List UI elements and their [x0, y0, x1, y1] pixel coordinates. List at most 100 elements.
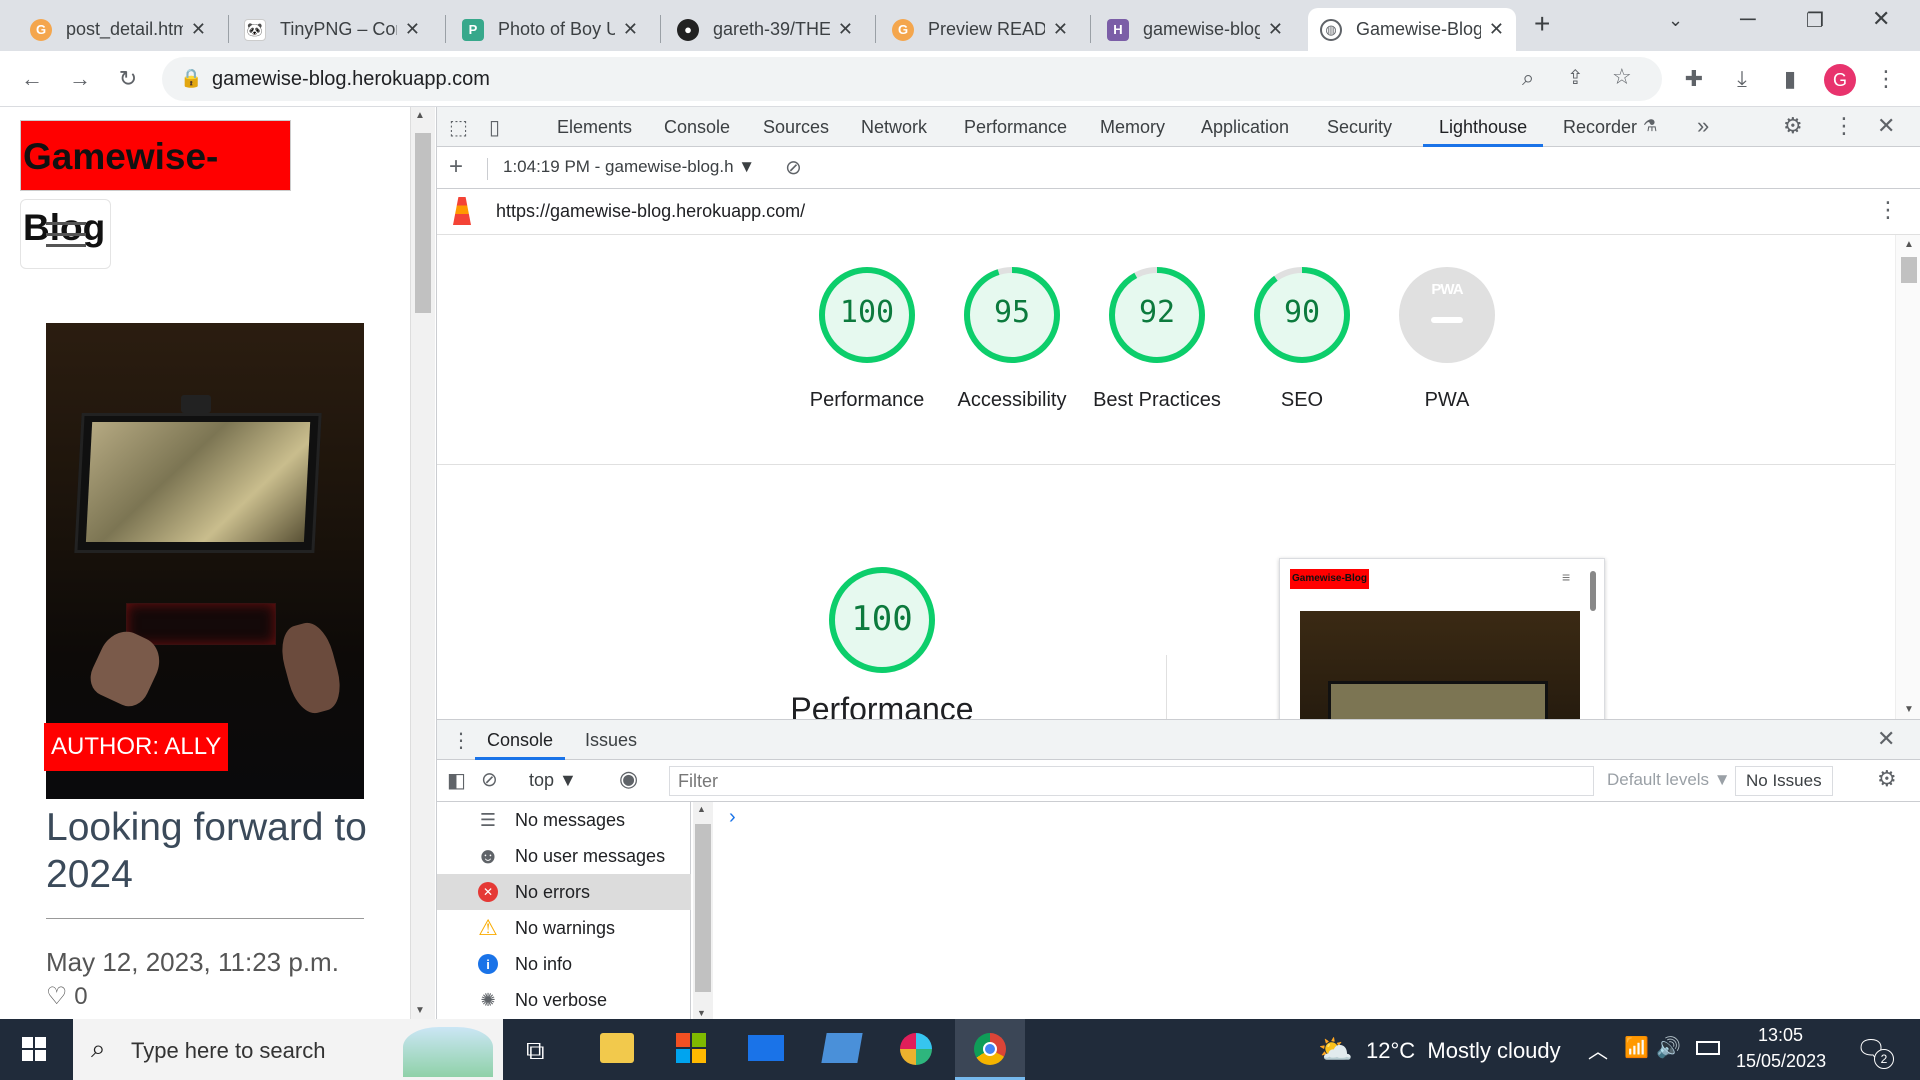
- file-explorer-icon[interactable]: [600, 1033, 634, 1063]
- scroll-down-icon[interactable]: ▼: [415, 1005, 425, 1016]
- sidebar-item-errors[interactable]: ✕ No errors: [437, 874, 691, 910]
- close-icon[interactable]: ✕: [1489, 19, 1504, 40]
- sidebar-item-messages[interactable]: ☰ No messages: [437, 802, 691, 838]
- tab-memory[interactable]: Memory: [1100, 107, 1165, 147]
- tab-pexels[interactable]: P Photo of Boy U ✕: [450, 8, 650, 51]
- gauge-seo[interactable]: 90 SEO: [1252, 265, 1352, 411]
- close-devtools-icon[interactable]: ✕: [1877, 113, 1895, 139]
- tab-console[interactable]: Console: [664, 107, 730, 147]
- tab-gamewise-blog[interactable]: ◍ Gamewise-Blog ✕: [1308, 8, 1516, 51]
- sidebar-scrollbar[interactable]: ▲ ▼: [693, 802, 713, 1020]
- tab-performance[interactable]: Performance: [964, 107, 1067, 147]
- clock-time[interactable]: 13:05: [1758, 1025, 1803, 1046]
- close-drawer-icon[interactable]: ✕: [1877, 726, 1895, 752]
- side-panel-icon[interactable]: ▮: [1774, 63, 1806, 95]
- sidebar-toggle-icon[interactable]: ◧: [447, 768, 466, 793]
- download-icon[interactable]: ⤓: [1726, 63, 1758, 95]
- battery-icon[interactable]: [1696, 1041, 1720, 1055]
- close-icon[interactable]: ✕: [623, 19, 638, 40]
- page-scrollbar[interactable]: ▲ ▼: [410, 107, 435, 1019]
- gauge-performance[interactable]: 100 Performance: [810, 265, 924, 411]
- report-selector[interactable]: 1:04:19 PM - gamewise-blog.h ▼: [503, 157, 755, 177]
- drawer-tab-issues[interactable]: Issues: [585, 720, 637, 760]
- live-expression-eye-icon[interactable]: ◉: [619, 766, 638, 792]
- mail-icon[interactable]: [748, 1035, 784, 1061]
- scroll-down-icon[interactable]: ▼: [697, 1008, 706, 1018]
- restore-button[interactable]: ❐: [1806, 8, 1824, 33]
- scroll-up-icon[interactable]: ▲: [697, 804, 706, 814]
- share-icon[interactable]: ⇪: [1567, 65, 1584, 90]
- scroll-thumb[interactable]: [1901, 257, 1917, 283]
- tab-post-detail[interactable]: G post_detail.htm ✕: [18, 8, 218, 51]
- remote-desktop-icon[interactable]: [821, 1033, 863, 1063]
- scroll-thumb[interactable]: [415, 133, 431, 313]
- drawer-menu-icon[interactable]: ⋮: [451, 728, 471, 753]
- context-selector[interactable]: top ▼: [529, 770, 577, 791]
- network-icon[interactable]: 📶: [1624, 1035, 1649, 1060]
- tab-tinypng[interactable]: 🐼 TinyPNG – Com ✕: [232, 8, 432, 51]
- settings-gear-icon[interactable]: ⚙: [1783, 113, 1803, 139]
- new-tab-button[interactable]: +: [1534, 8, 1550, 40]
- clock-date[interactable]: 15/05/2023: [1736, 1051, 1826, 1072]
- volume-icon[interactable]: 🔊: [1656, 1035, 1681, 1060]
- tab-github[interactable]: ● gareth-39/THE ✕: [665, 8, 865, 51]
- tab-network[interactable]: Network: [861, 107, 927, 147]
- microsoft-store-icon[interactable]: [676, 1033, 706, 1063]
- sidebar-item-user-messages[interactable]: ☻ No user messages: [437, 838, 691, 874]
- more-tabs-icon[interactable]: »: [1697, 113, 1709, 139]
- tab-sources[interactable]: Sources: [763, 107, 829, 147]
- console-prompt[interactable]: ›: [729, 806, 736, 829]
- slack-icon[interactable]: [900, 1033, 932, 1065]
- close-icon[interactable]: ✕: [1268, 19, 1283, 40]
- gauge-best-practices[interactable]: 92 Best Practices: [1093, 265, 1221, 411]
- post-title[interactable]: Looking forward to 2024: [46, 804, 376, 898]
- tab-heroku[interactable]: H gamewise-blog ✕: [1095, 8, 1295, 51]
- address-bar[interactable]: 🔒 gamewise-blog.herokuapp.com ⌕ ⇪ ☆: [162, 57, 1662, 101]
- tab-search-icon[interactable]: ⌄: [1668, 10, 1683, 31]
- show-hidden-icons-icon[interactable]: ︿: [1588, 1035, 1608, 1064]
- close-icon[interactable]: ✕: [1053, 19, 1068, 40]
- perf-detail-gauge[interactable]: 100: [827, 565, 937, 675]
- heart-icon[interactable]: ♡: [46, 983, 68, 1010]
- tab-security[interactable]: Security: [1327, 107, 1392, 147]
- extensions-icon[interactable]: ✚: [1678, 63, 1710, 95]
- tab-elements[interactable]: Elements: [557, 107, 632, 147]
- clear-icon[interactable]: ⊘: [785, 155, 802, 180]
- taskbar-search-box[interactable]: ⌕ Type here to search: [73, 1019, 503, 1080]
- sidebar-item-verbose[interactable]: ✺ No verbose: [437, 982, 691, 1018]
- tab-application[interactable]: Application: [1201, 107, 1289, 147]
- close-icon[interactable]: ✕: [838, 19, 853, 40]
- drawer-tab-console[interactable]: Console: [475, 720, 566, 760]
- close-window-button[interactable]: ✕: [1872, 6, 1890, 32]
- console-settings-gear-icon[interactable]: ⚙: [1877, 766, 1897, 792]
- log-levels-dropdown[interactable]: Default levels ▼: [1607, 770, 1731, 790]
- device-toolbar-icon[interactable]: ▯: [489, 115, 500, 140]
- chrome-taskbar-button[interactable]: [955, 1019, 1025, 1080]
- clear-console-icon[interactable]: ⊘: [481, 767, 498, 792]
- final-screenshot-preview[interactable]: Gamewise-Blog ≡: [1279, 558, 1605, 719]
- scroll-up-icon[interactable]: ▲: [1904, 239, 1914, 250]
- close-icon[interactable]: ✕: [405, 19, 420, 40]
- filter-input[interactable]: Filter: [669, 766, 1594, 796]
- zoom-icon[interactable]: ⌕: [1522, 65, 1534, 91]
- forward-icon[interactable]: →: [64, 63, 96, 95]
- tab-preview-readme[interactable]: G Preview READM ✕: [880, 8, 1080, 51]
- gauge-accessibility[interactable]: 95 Accessibility: [958, 265, 1066, 411]
- tab-recorder[interactable]: Recorder: [1563, 107, 1637, 147]
- new-report-icon[interactable]: +: [449, 153, 463, 181]
- weather-text[interactable]: 12°C Mostly cloudy: [1366, 1038, 1561, 1064]
- scroll-up-icon[interactable]: ▲: [415, 110, 425, 121]
- back-icon[interactable]: ←: [16, 63, 48, 95]
- sidebar-item-warnings[interactable]: ⚠ No warnings: [437, 910, 691, 946]
- reload-icon[interactable]: ↻: [112, 63, 144, 95]
- devtools-menu-icon[interactable]: ⋮: [1833, 113, 1855, 139]
- lock-icon[interactable]: 🔒: [180, 68, 202, 89]
- navbar-toggler-button[interactable]: [20, 199, 111, 269]
- windows-start-icon[interactable]: [22, 1037, 46, 1061]
- site-brand[interactable]: Gamewise-Blog: [20, 120, 291, 248]
- minimize-button[interactable]: ─: [1740, 6, 1756, 32]
- report-scrollbar[interactable]: ▲ ▼: [1895, 235, 1920, 719]
- close-icon[interactable]: ✕: [191, 19, 206, 40]
- bookmark-star-icon[interactable]: ☆: [1612, 64, 1632, 90]
- report-menu-icon[interactable]: ⋮: [1877, 197, 1899, 223]
